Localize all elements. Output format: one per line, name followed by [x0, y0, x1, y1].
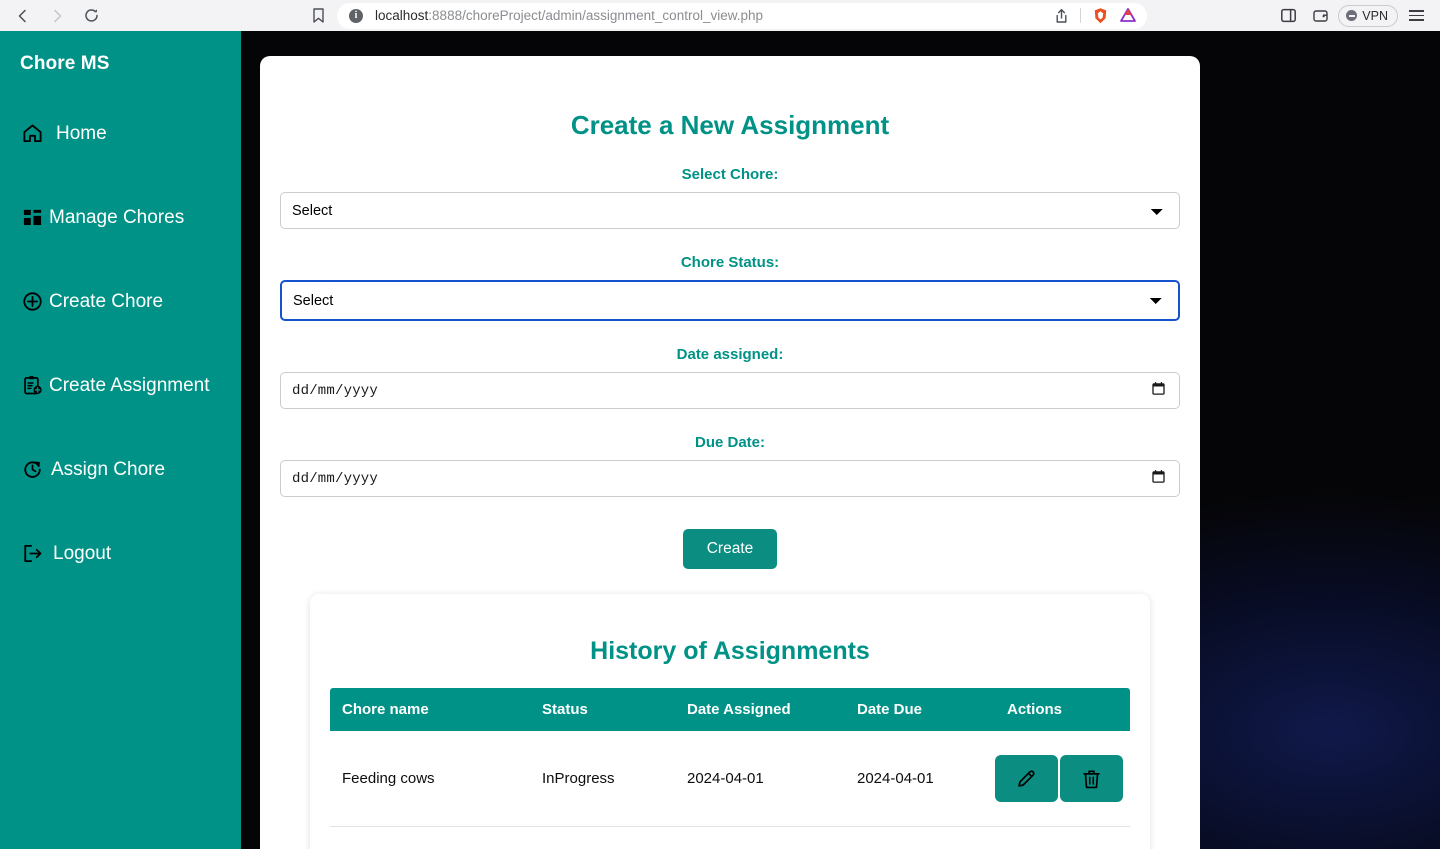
- cell-chore-name: Feeding cows: [330, 731, 530, 827]
- page-title: Create a New Assignment: [570, 110, 890, 140]
- clock-rotate-icon: [21, 458, 43, 480]
- toolbar-divider: [1080, 8, 1081, 23]
- column-header-actions: Actions: [995, 688, 1130, 731]
- brave-shields-lion-icon: [1094, 7, 1106, 23]
- browser-right-actions: VPN: [1274, 3, 1440, 29]
- cell-date-due: 2024-03-31: [845, 826, 995, 849]
- sidebar-item-label: Assign Chore: [51, 458, 166, 480]
- sidebar-nav-list: Home Manage Chores Create Chore Create A…: [0, 119, 241, 567]
- page-background: Chore MS Home Manage Chores Create Chore…: [0, 31, 1440, 849]
- chevron-right-icon: [54, 9, 62, 22]
- table-head: Chore name Status Date Assigned Date Due…: [330, 688, 1130, 731]
- sidebar: Chore MS Home Manage Chores Create Chore…: [0, 31, 241, 849]
- table-row: Mowing Completed 2024-03-30 2024-03-31: [330, 826, 1130, 849]
- panel-sidebar-icon: [1280, 8, 1296, 23]
- cell-date-assigned: 2024-03-30: [675, 826, 845, 849]
- address-bar[interactable]: i localhost:8888/choreProject/admin/assi…: [337, 2, 1147, 29]
- vpn-button[interactable]: VPN: [1338, 4, 1398, 27]
- cell-date-due: 2024-04-01: [845, 731, 995, 827]
- date-assigned-input[interactable]: dd/mm/yyyy: [280, 372, 1180, 409]
- sidebar-item-manage-chores[interactable]: Manage Chores: [0, 203, 241, 231]
- sidebar-item-create-chore[interactable]: Create Chore: [0, 287, 241, 315]
- sidebar-item-home[interactable]: Home: [0, 119, 241, 147]
- url-path: :8888/choreProject/admin/assignment_cont…: [428, 8, 763, 23]
- sidebar-item-label: Manage Chores: [49, 206, 185, 228]
- logout-arrow-icon: [21, 542, 43, 564]
- due-date-input[interactable]: dd/mm/yyyy: [280, 460, 1180, 497]
- calendar-icon[interactable]: [1152, 381, 1165, 400]
- delete-row-button[interactable]: [1060, 755, 1123, 802]
- site-info-icon[interactable]: i: [349, 8, 363, 23]
- vpn-status-dot: [1346, 10, 1358, 21]
- history-title: History of Assignments: [590, 637, 870, 665]
- cell-status: InProgress: [530, 731, 675, 827]
- sidebar-item-create-assignment[interactable]: Create Assignment: [0, 371, 241, 399]
- wallet-button[interactable]: [1306, 3, 1334, 29]
- cell-actions: [995, 731, 1130, 827]
- brave-leo-button[interactable]: [1115, 4, 1141, 28]
- column-header-status: Status: [530, 688, 675, 731]
- sidebar-item-logout[interactable]: Logout: [0, 539, 241, 567]
- pencil-edit-icon: [1018, 770, 1035, 787]
- brave-shields-button[interactable]: [1087, 4, 1113, 28]
- url-text: localhost:8888/choreProject/admin/assign…: [375, 8, 1048, 23]
- reload-icon: [84, 9, 98, 22]
- create-assignment-button[interactable]: Create: [682, 529, 778, 569]
- sidebar-item-assign-chore[interactable]: Assign Chore: [0, 455, 241, 483]
- table-header-row: Chore name Status Date Assigned Date Due…: [330, 688, 1130, 731]
- cell-chore-name: Mowing: [330, 826, 530, 849]
- clipboard-plus-icon: [21, 374, 43, 396]
- share-icon: [1056, 8, 1066, 23]
- grid-dashboard-icon: [21, 206, 43, 228]
- main-content-card: Create a New Assignment Select Chore: Se…: [260, 56, 1200, 849]
- edit-row-button[interactable]: [995, 755, 1058, 802]
- assignment-form: Create a New Assignment Select Chore: Se…: [260, 56, 1200, 569]
- chevron-left-icon: [18, 9, 26, 22]
- chore-status-dropdown[interactable]: Select: [280, 280, 1180, 321]
- history-card: History of Assignments Chore name Status…: [310, 594, 1150, 849]
- cell-date-assigned: 2024-04-01: [675, 731, 845, 827]
- due-date-label: Due Date:: [694, 434, 765, 451]
- column-header-chore-name: Chore name: [330, 688, 530, 731]
- browser-toolbar: i localhost:8888/choreProject/admin/assi…: [0, 0, 1440, 31]
- assignments-table: Chore name Status Date Assigned Date Due…: [330, 688, 1130, 849]
- due-date-placeholder: dd/mm/yyyy: [292, 470, 379, 487]
- sidebar-item-label: Home: [56, 122, 107, 144]
- sidebar-item-label: Create Chore: [49, 290, 164, 312]
- wallet-icon: [1313, 10, 1328, 22]
- sidebar-item-label: Logout: [53, 542, 112, 564]
- select-chore-dropdown[interactable]: Select: [280, 192, 1180, 229]
- chore-status-label: Chore Status:: [680, 254, 780, 271]
- table-body: Feeding cows InProgress 2024-04-01 2024-…: [330, 731, 1130, 849]
- bookmark-button[interactable]: [303, 2, 333, 30]
- cell-actions: [995, 826, 1130, 849]
- trash-delete-icon: [1083, 769, 1100, 788]
- back-button[interactable]: [6, 2, 40, 30]
- address-bar-actions: [1048, 4, 1141, 28]
- plus-circle-icon: [21, 290, 43, 312]
- calendar-icon[interactable]: [1152, 469, 1165, 488]
- select-chore-label: Select Chore:: [681, 166, 779, 183]
- table-row: Feeding cows InProgress 2024-04-01 2024-…: [330, 731, 1130, 827]
- main-menu-button[interactable]: [1402, 3, 1430, 29]
- cell-status: Completed: [530, 826, 675, 849]
- url-host: localhost: [375, 8, 429, 23]
- share-button[interactable]: [1048, 4, 1074, 28]
- row-action-group: [995, 755, 1130, 802]
- bookmark-icon: [312, 8, 324, 23]
- column-header-date-due: Date Due: [845, 688, 995, 731]
- browser-nav-group: [0, 2, 108, 30]
- column-header-date-assigned: Date Assigned: [675, 688, 845, 731]
- sidebar-item-label: Create Assignment: [49, 374, 210, 396]
- reload-button[interactable]: [74, 2, 108, 30]
- sidebar-toggle-button[interactable]: [1274, 3, 1302, 29]
- app-brand: Chore MS: [20, 53, 110, 74]
- hamburger-menu-icon: [1408, 10, 1424, 21]
- home-icon: [21, 122, 43, 144]
- brave-leo-triangle-icon: [1120, 8, 1136, 22]
- vpn-label: VPN: [1362, 8, 1388, 23]
- forward-button[interactable]: [40, 2, 74, 30]
- date-assigned-placeholder: dd/mm/yyyy: [292, 382, 379, 399]
- date-assigned-label: Date assigned:: [676, 346, 784, 363]
